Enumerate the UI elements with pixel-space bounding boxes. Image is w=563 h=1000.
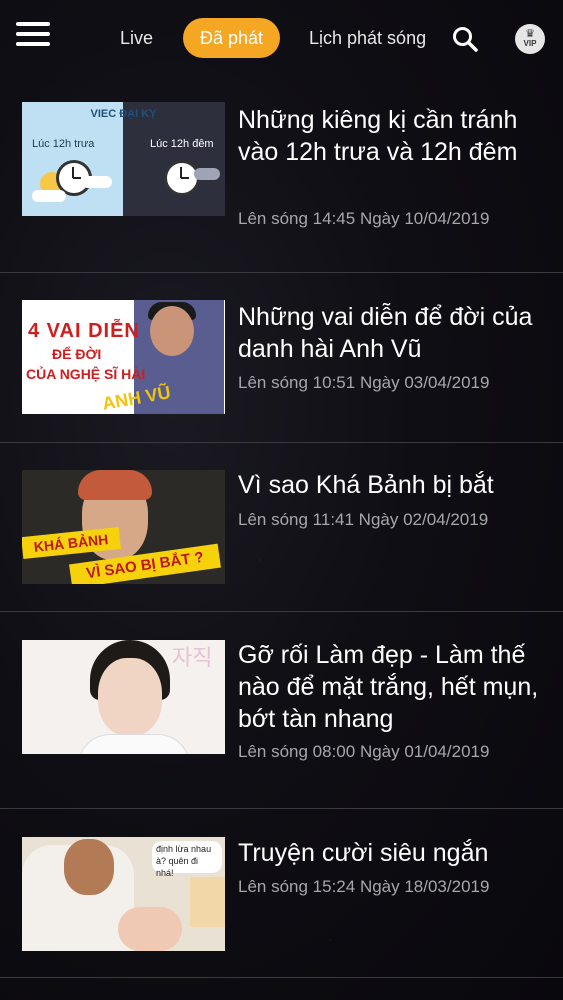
video-title[interactable]: Gỡ rối Làm đẹp - Làm thế nào để mặt trắn… [238, 639, 548, 735]
video-meta: Lên sóng 08:00 Ngày 01/04/2019 [238, 742, 490, 761]
video-meta: Lên sóng 15:24 Ngày 18/03/2019 [238, 877, 490, 896]
video-meta: Lên sóng 14:45 Ngày 10/04/2019 [238, 209, 490, 228]
list-item[interactable]: 자직 Gỡ rối Làm đẹp - Làm thế nào để mặt t… [0, 612, 563, 809]
search-icon[interactable] [452, 26, 478, 52]
tab-da-phat[interactable]: Đã phát [183, 18, 280, 58]
cloud-icon [32, 190, 66, 202]
thumbnail-caption: Lúc 12h trưa [32, 138, 95, 150]
thumbnail-caption: 자직 [172, 645, 213, 670]
thumbnail-caption: Lúc 12h đêm [150, 138, 214, 150]
thumbnail-caption: CỦA NGHỆ SĨ HÀI [26, 366, 146, 382]
video-thumbnail[interactable]: VIEC ĐẠI KỴ Lúc 12h trưa Lúc 12h đêm [22, 102, 225, 216]
thumbnail-caption: định lừa nhau à? quên đi nhá! [152, 841, 222, 878]
video-thumbnail[interactable]: định lừa nhau à? quên đi nhá! [22, 837, 225, 951]
video-thumbnail[interactable]: 4 VAI DIỄN ĐỂ ĐỜI CỦA NGHỆ SĨ HÀI ANH VŨ [22, 300, 225, 414]
video-thumbnail[interactable]: 자직 [22, 640, 225, 754]
thumbnail-caption: ĐỂ ĐỜI [52, 346, 102, 362]
hamburger-menu-icon[interactable] [16, 22, 50, 46]
video-thumbnail[interactable]: KHÁ BẢNH VÌ SAO BỊ BẮT ? [22, 470, 225, 584]
top-nav: Live Đã phát Lịch phát sóng ♛ VIP [0, 0, 563, 80]
list-item[interactable]: định lừa nhau à? quên đi nhá! Truyện cườ… [0, 809, 563, 978]
tab-lich-phat-song[interactable]: Lịch phát sóng [309, 18, 426, 58]
video-title[interactable]: Vì sao Khá Bảnh bị bắt [238, 469, 548, 501]
tab-live[interactable]: Live [120, 18, 153, 58]
vip-label: VIP [523, 39, 537, 48]
cloud-icon [82, 176, 112, 188]
list-item[interactable]: 4 VAI DIỄN ĐỂ ĐỜI CỦA NGHỆ SĨ HÀI ANH VŨ… [0, 273, 563, 443]
video-meta: Lên sóng 10:51 Ngày 03/04/2019 [238, 373, 490, 392]
list-item[interactable]: KHÁ BẢNH VÌ SAO BỊ BẮT ? Vì sao Khá Bảnh… [0, 443, 563, 612]
video-meta: Lên sóng 11:41 Ngày 02/04/2019 [238, 510, 489, 529]
video-title[interactable]: Những kiêng kị cần tránh vào 12h trưa và… [238, 104, 548, 168]
thumbnail-caption: 4 VAI DIỄN [28, 320, 140, 342]
video-title[interactable]: Những vai diễn để đời của danh hài Anh V… [238, 301, 548, 365]
list-item[interactable]: VIEC ĐẠI KỴ Lúc 12h trưa Lúc 12h đêm Nhữ… [0, 80, 563, 273]
video-list: VIEC ĐẠI KỴ Lúc 12h trưa Lúc 12h đêm Nhữ… [0, 80, 563, 978]
thumbnail-caption: VIEC ĐẠI KỴ [90, 108, 157, 120]
video-title[interactable]: Truyện cười siêu ngắn [238, 837, 548, 869]
cloud-icon [194, 168, 220, 180]
vip-badge-icon[interactable]: ♛ VIP [515, 24, 545, 54]
